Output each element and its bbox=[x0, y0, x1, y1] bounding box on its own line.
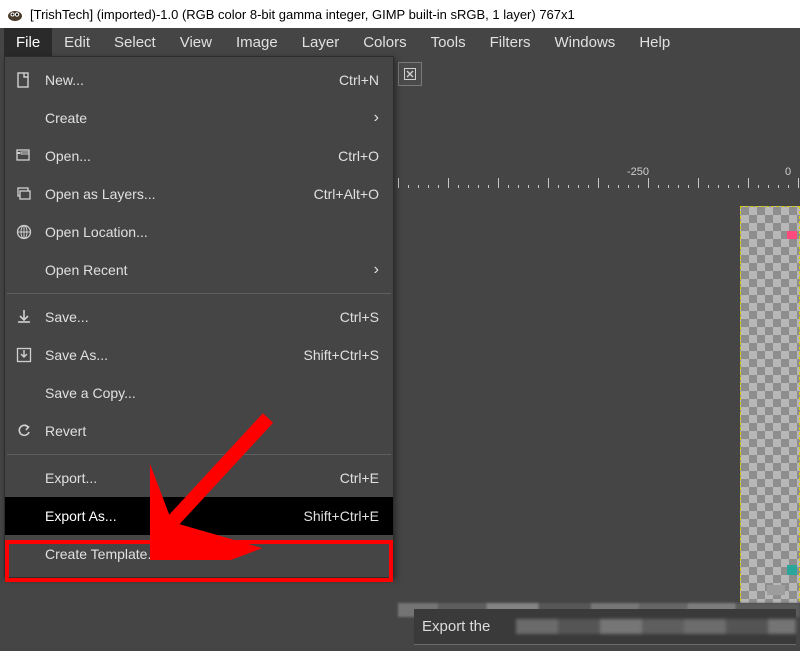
menu-item-export[interactable]: Export... Ctrl+E bbox=[5, 459, 393, 497]
menu-tools[interactable]: Tools bbox=[419, 28, 478, 56]
menu-item-shortcut: Ctrl+N bbox=[339, 72, 379, 88]
document-tab-row bbox=[398, 56, 422, 92]
blank-icon bbox=[13, 107, 35, 129]
menu-item-shortcut: Shift+Ctrl+E bbox=[304, 508, 379, 524]
menu-item-new[interactable]: New... Ctrl+N bbox=[5, 61, 393, 99]
menu-item-label: New... bbox=[45, 72, 329, 88]
canvas-decor bbox=[767, 585, 785, 595]
menu-item-label: Open as Layers... bbox=[45, 186, 304, 202]
canvas-decor bbox=[787, 565, 797, 575]
menu-item-open-location[interactable]: Open Location... bbox=[5, 213, 393, 251]
chevron-right-icon: › bbox=[365, 261, 379, 279]
status-message-box: Export the bbox=[414, 609, 796, 645]
menu-item-save[interactable]: Save... Ctrl+S bbox=[5, 298, 393, 336]
menu-item-label: Export... bbox=[45, 470, 330, 486]
menu-item-open-as-layers[interactable]: Open as Layers... Ctrl+Alt+O bbox=[5, 175, 393, 213]
menu-item-label: Create bbox=[45, 110, 355, 126]
menu-item-save-a-copy[interactable]: Save a Copy... bbox=[5, 374, 393, 412]
menu-help[interactable]: Help bbox=[627, 28, 682, 56]
blank-icon bbox=[13, 543, 35, 565]
menu-item-label: Open Location... bbox=[45, 224, 379, 240]
menubar: File Edit Select View Image Layer Colors… bbox=[0, 28, 800, 56]
blank-icon bbox=[13, 505, 35, 527]
menu-item-label: Save a Copy... bbox=[45, 385, 379, 401]
menu-item-label: Create Template... bbox=[45, 546, 379, 562]
menu-item-open-recent[interactable]: Open Recent › bbox=[5, 251, 393, 289]
menu-edit[interactable]: Edit bbox=[52, 28, 102, 56]
menu-item-create[interactable]: Create › bbox=[5, 99, 393, 137]
menu-separator bbox=[7, 454, 391, 455]
image-canvas[interactable] bbox=[740, 206, 800, 606]
menu-image[interactable]: Image bbox=[224, 28, 290, 56]
ruler-label: 0 bbox=[785, 166, 791, 178]
menu-view[interactable]: View bbox=[168, 28, 224, 56]
tab-close-button[interactable] bbox=[398, 62, 422, 86]
statusbar-decor bbox=[516, 619, 796, 634]
menu-item-label: Save As... bbox=[45, 347, 294, 363]
menu-item-label: Revert bbox=[45, 423, 379, 439]
menu-windows[interactable]: Windows bbox=[542, 28, 627, 56]
ruler-label: -250 bbox=[627, 166, 649, 178]
menu-item-label: Open Recent bbox=[45, 262, 355, 278]
window-title: [TrishTech] (imported)-1.0 (RGB color 8-… bbox=[30, 7, 575, 22]
menu-item-revert[interactable]: Revert bbox=[5, 412, 393, 450]
menu-item-open[interactable]: Open... Ctrl+O bbox=[5, 137, 393, 175]
menu-item-label: Save... bbox=[45, 309, 330, 325]
menu-separator bbox=[7, 293, 391, 294]
menu-layer[interactable]: Layer bbox=[290, 28, 352, 56]
menu-select[interactable]: Select bbox=[102, 28, 168, 56]
save-as-icon bbox=[13, 344, 35, 366]
blank-icon bbox=[13, 259, 35, 281]
file-menu-dropdown: New... Ctrl+N Create › Open... Ctrl+O Open as … bbox=[4, 56, 394, 578]
canvas-area[interactable] bbox=[398, 188, 800, 601]
menu-item-shortcut: Ctrl+S bbox=[340, 309, 379, 325]
save-icon bbox=[13, 306, 35, 328]
blank-icon bbox=[13, 382, 35, 404]
menu-item-shortcut: Ctrl+E bbox=[340, 470, 379, 486]
ruler-horizontal[interactable]: -250 0 bbox=[398, 166, 800, 188]
menu-item-shortcut: Ctrl+Alt+O bbox=[314, 186, 379, 202]
menu-file[interactable]: File bbox=[4, 28, 52, 56]
titlebar: [TrishTech] (imported)-1.0 (RGB color 8-… bbox=[0, 0, 800, 28]
menu-item-label: Open... bbox=[45, 148, 328, 164]
folder-open-icon bbox=[13, 145, 35, 167]
menu-filters[interactable]: Filters bbox=[478, 28, 543, 56]
statusbar: Export the bbox=[398, 603, 800, 651]
menu-item-shortcut: Shift+Ctrl+S bbox=[304, 347, 379, 363]
chevron-right-icon: › bbox=[365, 109, 379, 127]
globe-icon bbox=[13, 221, 35, 243]
gimp-icon bbox=[6, 5, 24, 23]
revert-icon bbox=[13, 420, 35, 442]
document-new-icon bbox=[13, 69, 35, 91]
menu-item-save-as[interactable]: Save As... Shift+Ctrl+S bbox=[5, 336, 393, 374]
blank-icon bbox=[13, 467, 35, 489]
canvas-decor bbox=[787, 231, 797, 239]
menu-item-create-template[interactable]: Create Template... bbox=[5, 535, 393, 573]
layers-icon bbox=[13, 183, 35, 205]
menu-item-export-as[interactable]: Export As... Shift+Ctrl+E bbox=[5, 497, 393, 535]
status-message: Export the bbox=[422, 618, 490, 635]
menu-colors[interactable]: Colors bbox=[351, 28, 418, 56]
menu-item-label: Export As... bbox=[45, 508, 294, 524]
menu-item-shortcut: Ctrl+O bbox=[338, 148, 379, 164]
